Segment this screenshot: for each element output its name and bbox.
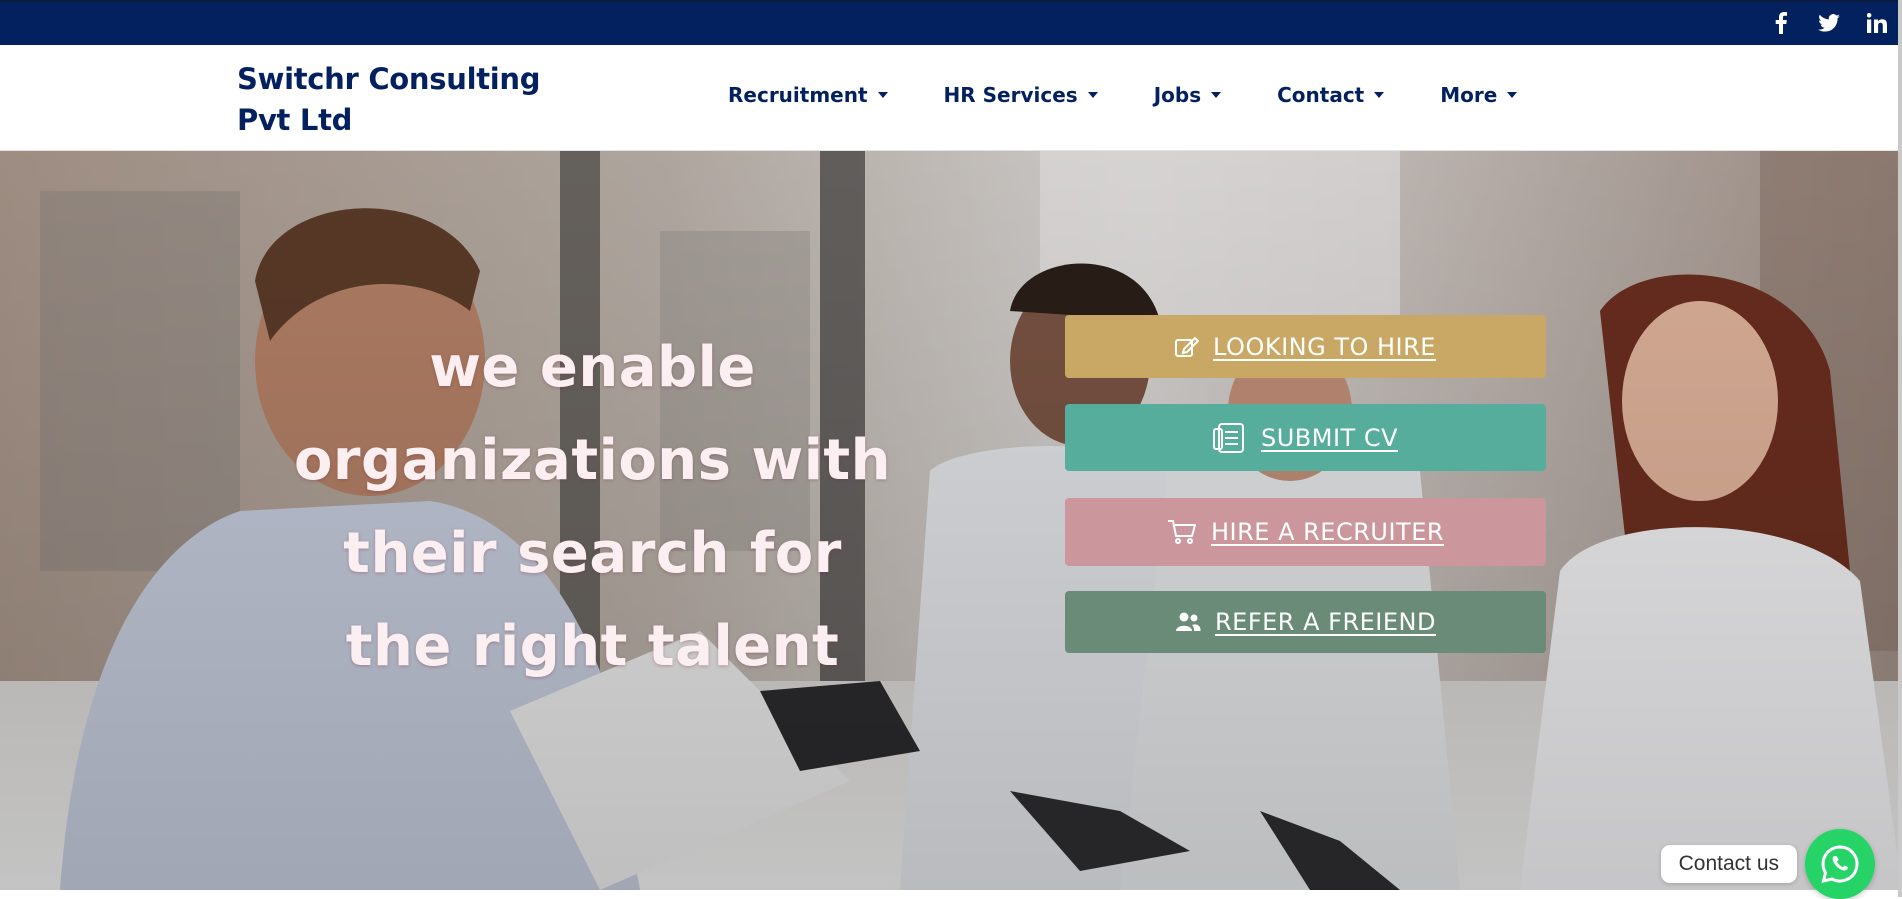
hero-section: we enable organizations with their searc… <box>0 151 1902 890</box>
logo-line-2: Pvt Ltd <box>237 103 353 137</box>
refer-a-friend-label: REFER A FREIEND <box>1215 608 1436 636</box>
looking-to-hire-button[interactable]: LOOKING TO HIRE <box>1065 315 1546 378</box>
nav-more[interactable]: More <box>1440 83 1518 107</box>
nav-jobs-label: Jobs <box>1153 83 1202 107</box>
hero-headline: we enable organizations with their searc… <box>293 335 892 679</box>
top-social-bar <box>0 0 1902 45</box>
twitter-icon[interactable] <box>1816 10 1842 36</box>
hero-background-photo <box>0 151 1902 890</box>
caret-down-icon <box>1507 92 1518 98</box>
social-links <box>1768 10 1890 36</box>
site-logo[interactable]: Switchr Consulting Pvt Ltd <box>237 59 567 141</box>
users-icon <box>1175 612 1201 632</box>
nav-recruitment-label: Recruitment <box>728 83 868 107</box>
cart-icon <box>1167 519 1197 545</box>
facebook-icon[interactable] <box>1768 10 1794 36</box>
whatsapp-icon[interactable] <box>1805 829 1875 899</box>
site-header: Switchr Consulting Pvt Ltd Recruitment H… <box>0 45 1902 151</box>
nav-jobs[interactable]: Jobs <box>1153 83 1222 107</box>
caret-down-icon <box>1374 92 1385 98</box>
looking-to-hire-label: LOOKING TO HIRE <box>1213 332 1436 361</box>
caret-down-icon <box>1087 92 1098 98</box>
hire-a-recruiter-label: HIRE A RECRUITER <box>1210 518 1445 546</box>
nav-recruitment[interactable]: Recruitment <box>728 83 888 107</box>
nav-more-label: More <box>1440 83 1498 107</box>
refer-a-friend-button[interactable]: REFER A FREIEND <box>1065 591 1546 653</box>
scrollbar-track[interactable] <box>1898 0 1902 897</box>
document-icon <box>1212 422 1247 454</box>
linkedin-icon[interactable] <box>1864 10 1890 36</box>
main-nav: Recruitment HR Services Jobs Contact Mor… <box>728 83 1518 107</box>
nav-contact-label: Contact <box>1277 83 1365 107</box>
nav-hr-services-label: HR Services <box>943 83 1078 107</box>
contact-us-label[interactable]: Contact us <box>1660 845 1797 883</box>
nav-hr-services[interactable]: HR Services <box>944 83 1098 107</box>
submit-cv-button[interactable]: SUBMIT CV <box>1065 404 1546 471</box>
nav-contact[interactable]: Contact <box>1277 83 1385 107</box>
edit-icon <box>1175 336 1200 358</box>
contact-widget: Contact us <box>1660 829 1875 899</box>
caret-down-icon <box>1211 92 1222 98</box>
submit-cv-label: SUBMIT CV <box>1260 423 1398 452</box>
hire-a-recruiter-button[interactable]: HIRE A RECRUITER <box>1065 498 1546 566</box>
logo-line-1: Switchr Consulting <box>237 62 541 96</box>
caret-down-icon <box>877 92 888 98</box>
